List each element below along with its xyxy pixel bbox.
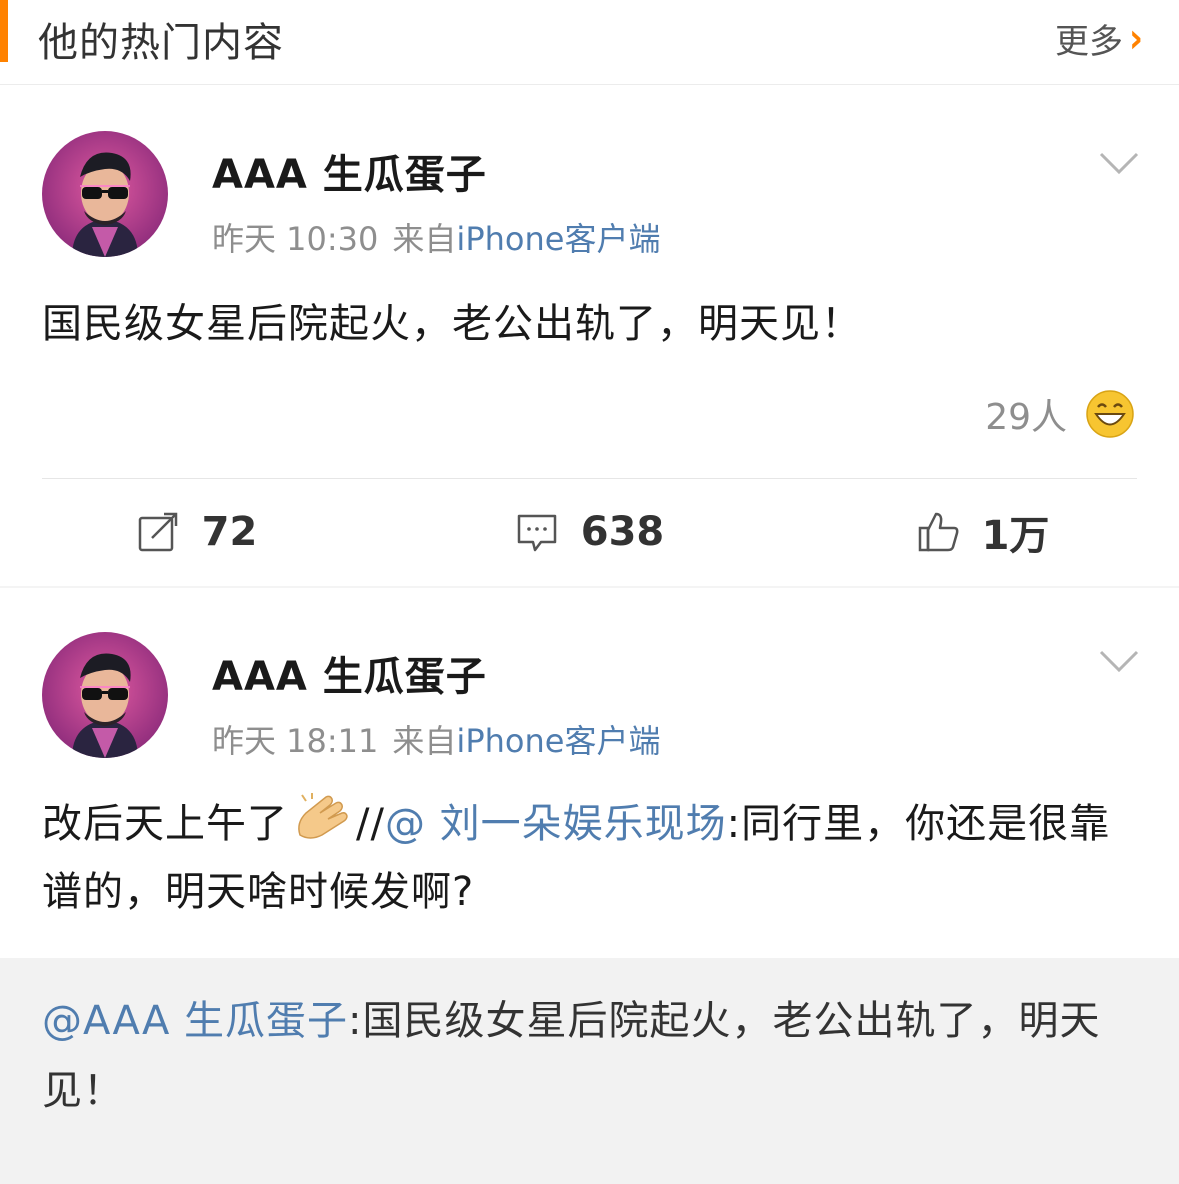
quoted-post-text: @AAA 生瓜蛋子:国民级女星后院起火，老公出轨了，明天见！ — [42, 986, 1137, 1126]
repost-icon — [138, 512, 177, 552]
username[interactable]: AAA 生瓜蛋子 — [212, 142, 487, 200]
avatar-image — [42, 632, 168, 758]
post-text[interactable]: 国民级女星后院起火，老公出轨了，明天见！ — [42, 290, 1132, 358]
post-text-part1: 改后天上午了 — [42, 801, 288, 847]
username[interactable]: AAA 生瓜蛋子 — [212, 644, 487, 702]
repost-count: 72 — [201, 509, 258, 555]
source-client: iPhone客户端 — [456, 220, 661, 258]
post-card-2: AAA 生瓜蛋子 昨天 18:11 来自iPhone客户端 改后天上午了 //@… — [0, 588, 1179, 1184]
more-label: 更多 — [1054, 22, 1123, 62]
section-accent-bar — [0, 0, 8, 62]
reaction-summary[interactable]: 29人 — [985, 388, 1135, 440]
chevron-down-icon[interactable] — [1097, 148, 1141, 178]
grinning-face-icon — [1086, 390, 1134, 438]
post-meta: 昨天 18:11 来自iPhone客户端 — [212, 716, 660, 762]
avatar[interactable] — [42, 632, 168, 758]
post-text[interactable]: 改后天上午了 //@ 刘一朵娱乐现场:同行里，你还是很靠谱的，明天啥时候发啊? — [42, 790, 1132, 926]
clapping-hands-icon — [298, 793, 348, 839]
repost-button[interactable]: 72 — [0, 482, 393, 582]
action-bar: 72 638 1万 — [0, 482, 1179, 582]
source-prefix: 来自 — [392, 722, 457, 760]
like-button[interactable]: 1万 — [786, 482, 1179, 582]
reaction-count: 29人 — [985, 397, 1067, 438]
mention-link[interactable]: @ 刘一朵娱乐现场 — [385, 801, 727, 847]
repost-separator: // — [356, 801, 385, 847]
post-meta: 昨天 10:30 来自iPhone客户端 — [212, 214, 660, 260]
action-divider — [42, 478, 1137, 479]
more-link[interactable]: 更多 › — [1055, 14, 1143, 63]
section-header: 他的热门内容 更多 › — [0, 0, 1179, 85]
avatar[interactable] — [42, 131, 168, 257]
like-icon — [918, 512, 959, 552]
post-card-1: AAA 生瓜蛋子 昨天 10:30 来自iPhone客户端 国民级女星后院起火，… — [0, 86, 1179, 586]
quoted-mention-link[interactable]: @AAA 生瓜蛋子 — [42, 998, 348, 1044]
source-prefix: 来自 — [392, 220, 457, 258]
avatar-image — [42, 131, 168, 257]
comment-count: 638 — [580, 509, 665, 555]
post-time: 昨天 18:11 — [212, 722, 379, 760]
section-title: 他的热门内容 — [38, 20, 284, 66]
comment-button[interactable]: 638 — [393, 482, 786, 582]
like-count: 1万 — [981, 513, 1050, 559]
chevron-right-icon: › — [1128, 14, 1143, 63]
source-client: iPhone客户端 — [456, 722, 661, 760]
comment-icon — [517, 514, 556, 552]
quoted-post[interactable]: @AAA 生瓜蛋子:国民级女星后院起火，老公出轨了，明天见！ — [0, 958, 1179, 1184]
chevron-down-icon[interactable] — [1097, 646, 1141, 676]
post-time: 昨天 10:30 — [212, 220, 379, 258]
